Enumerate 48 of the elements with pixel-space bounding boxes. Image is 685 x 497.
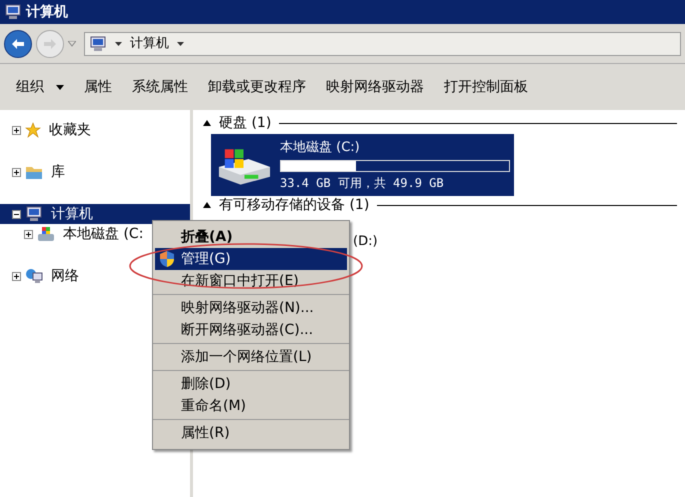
expand-icon[interactable] <box>12 168 21 176</box>
computer-icon <box>25 206 43 222</box>
group-header[interactable]: 硬盘 (1) <box>219 112 272 134</box>
drive-info: 33.4 GB 可用，共 49.9 GB <box>280 174 445 192</box>
expand-icon[interactable] <box>24 230 33 238</box>
arrow-right-icon <box>43 38 57 50</box>
back-button[interactable] <box>4 30 32 58</box>
tree-item[interactable]: 收藏夹 <box>0 120 190 140</box>
window-title: 计算机 <box>26 2 68 22</box>
expand-icon[interactable] <box>12 126 21 134</box>
group-header[interactable]: 有可移动存储的设备 (1) <box>219 194 370 216</box>
tree-item[interactable]: 库 <box>0 162 190 182</box>
collapse-icon[interactable] <box>203 202 211 208</box>
toolbar-button[interactable]: 属性 <box>84 72 112 102</box>
caret-icon <box>56 84 64 90</box>
drive-name: 本地磁盘 (C:) <box>280 139 361 158</box>
toolbar-button[interactable]: 卸载或更改程序 <box>208 72 306 102</box>
collapse-icon[interactable] <box>203 120 211 126</box>
tree-item[interactable]: 计算机 <box>0 204 190 224</box>
toolbar-button[interactable]: 打开控制面板 <box>444 72 528 102</box>
drive-tile[interactable]: 本地磁盘 (C:) 33.4 GB 可用，共 49.9 GB <box>211 134 514 196</box>
menu-item[interactable]: 管理(G) <box>155 248 347 270</box>
drive-name[interactable]: (D:) <box>349 232 382 252</box>
drive-icon <box>37 226 55 242</box>
menu-item[interactable]: 断开网络驱动器(C)... <box>155 319 347 341</box>
toolbar-button[interactable]: 系统属性 <box>132 72 188 102</box>
arrow-left-icon <box>11 38 25 50</box>
star-icon <box>25 122 41 138</box>
menu-item[interactable]: 重命名(M) <box>155 395 347 417</box>
network-icon <box>25 268 43 284</box>
caret-icon <box>115 42 122 46</box>
collapse-icon[interactable] <box>12 210 21 218</box>
menu-item[interactable]: 属性(R) <box>155 422 347 444</box>
expand-icon[interactable] <box>12 272 21 280</box>
address-path[interactable]: 计算机 <box>130 34 169 54</box>
address-field[interactable]: 计算机 <box>84 32 681 56</box>
menu-item[interactable]: 折叠(A) <box>155 226 347 248</box>
computer-icon <box>89 36 107 52</box>
menu-item[interactable]: 删除(D) <box>155 373 347 395</box>
toolbar-button[interactable]: 映射网络驱动器 <box>326 72 424 102</box>
menu-item[interactable]: 映射网络驱动器(N)... <box>155 297 347 319</box>
folder-icon <box>25 164 43 180</box>
toolbar-button[interactable]: 组织 <box>16 72 64 102</box>
caret-icon[interactable] <box>68 40 76 46</box>
computer-icon <box>4 4 22 20</box>
shield-icon <box>159 250 175 268</box>
menu-item[interactable]: 添加一个网络位置(L) <box>155 346 347 368</box>
caret-icon <box>177 42 184 46</box>
